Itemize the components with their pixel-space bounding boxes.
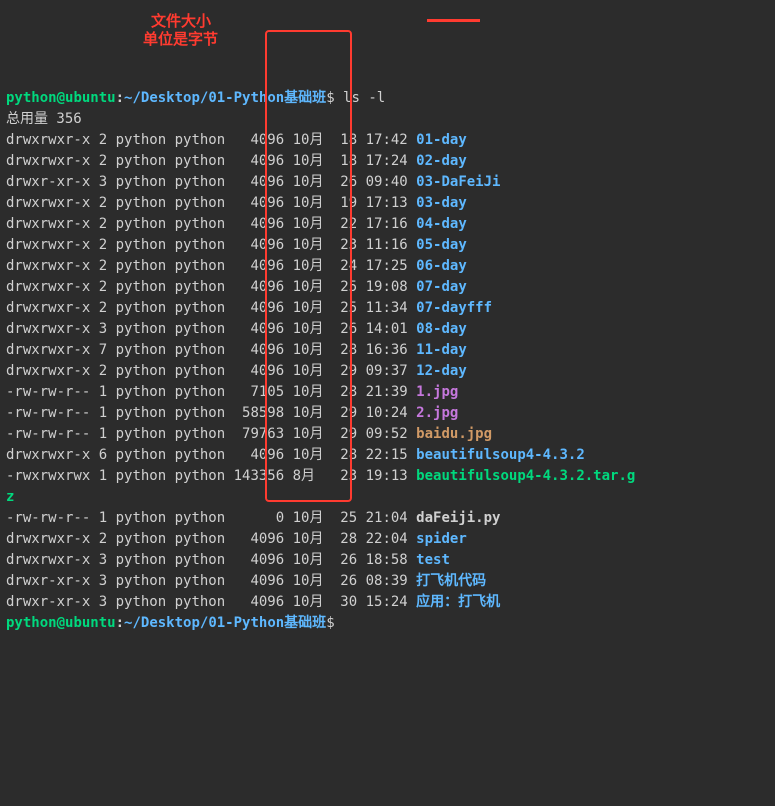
listing-row: -rw-rw-r-- 1 python python 7105 10月 28 2… [6, 382, 769, 403]
file-name: 02-day [416, 153, 467, 169]
file-name: daFeiji.py [416, 510, 500, 526]
listing-row: -rw-rw-r-- 1 python python 79763 10月 29 … [6, 424, 769, 445]
wrap-line: z [6, 487, 769, 508]
listing-row: drwxrwxr-x 6 python python 4096 10月 28 2… [6, 445, 769, 466]
listing-row: drwxrwxr-x 2 python python 4096 10月 25 1… [6, 298, 769, 319]
listing-row: drwxrwxr-x 3 python python 4096 10月 26 1… [6, 550, 769, 571]
file-name: 07-day [416, 279, 467, 295]
file-name: 11-day [416, 342, 467, 358]
prompt-host: ubuntu [65, 90, 116, 106]
listing-row: drwxrwxr-x 3 python python 4096 10月 26 1… [6, 319, 769, 340]
file-name: 03-DaFeiJi [416, 174, 500, 190]
file-name: 12-day [416, 363, 467, 379]
prompt-line: python@ubuntu:~/Desktop/01-Python基础班$ ls… [6, 88, 769, 109]
file-name: 07-dayfff [416, 300, 492, 316]
listing-row: drwxrwxr-x 2 python python 4096 10月 29 0… [6, 361, 769, 382]
annotation-underline [427, 19, 480, 22]
file-name: 2.jpg [416, 405, 458, 421]
listing-row: -rw-rw-r-- 1 python python 58598 10月 29 … [6, 403, 769, 424]
listing-row: drwxr-xr-x 3 python python 4096 10月 26 0… [6, 172, 769, 193]
prompt-user: python [6, 90, 57, 106]
listing-row: drwxrwxr-x 2 python python 4096 10月 24 1… [6, 256, 769, 277]
file-name: beautifulsoup4-4.3.2.tar.g [416, 468, 635, 484]
listing-row: drwxrwxr-x 2 python python 4096 10月 28 2… [6, 529, 769, 550]
terminal-window[interactable]: { "prompt": { "user": "python", "at": "@… [0, 0, 775, 806]
file-name: 应用：打飞机 [416, 594, 500, 610]
total-line: 总用量 356 [6, 109, 769, 130]
file-name: 03-day [416, 195, 467, 211]
listing-row: drwxr-xr-x 3 python python 4096 10月 26 0… [6, 571, 769, 592]
annotation-label-2: 单位是字节 [143, 29, 218, 52]
listing-row: drwxrwxr-x 2 python python 4096 10月 18 1… [6, 130, 769, 151]
listing-row: drwxr-xr-x 3 python python 4096 10月 30 1… [6, 592, 769, 613]
file-name: beautifulsoup4-4.3.2 [416, 447, 585, 463]
file-name: 01-day [416, 132, 467, 148]
listing-row: drwxrwxr-x 2 python python 4096 10月 18 1… [6, 151, 769, 172]
listing-row: drwxrwxr-x 2 python python 4096 10月 23 1… [6, 235, 769, 256]
listing-row: drwxrwxr-x 2 python python 4096 10月 19 1… [6, 193, 769, 214]
file-name: 08-day [416, 321, 467, 337]
file-name: spider [416, 531, 467, 547]
listing-row: drwxrwxr-x 2 python python 4096 10月 25 1… [6, 277, 769, 298]
file-name: 1.jpg [416, 384, 458, 400]
listing-row: -rwxrwxrwx 1 python python 143356 8月 23 … [6, 466, 769, 487]
file-name: 打飞机代码 [416, 573, 486, 589]
prompt-line-2[interactable]: python@ubuntu:~/Desktop/01-Python基础班$ [6, 613, 769, 634]
command: ls -l [343, 90, 385, 106]
annotation-label-1: 文件大小 [151, 11, 211, 34]
file-name: baidu.jpg [416, 426, 492, 442]
prompt-path: ~/Desktop/01-Python基础班 [124, 90, 326, 106]
listing-row: drwxrwxr-x 2 python python 4096 10月 22 1… [6, 214, 769, 235]
file-name: 04-day [416, 216, 467, 232]
listing-row: drwxrwxr-x 7 python python 4096 10月 28 1… [6, 340, 769, 361]
listing-row: -rw-rw-r-- 1 python python 0 10月 25 21:0… [6, 508, 769, 529]
file-name: 06-day [416, 258, 467, 274]
file-name: test [416, 552, 450, 568]
file-name: 05-day [416, 237, 467, 253]
